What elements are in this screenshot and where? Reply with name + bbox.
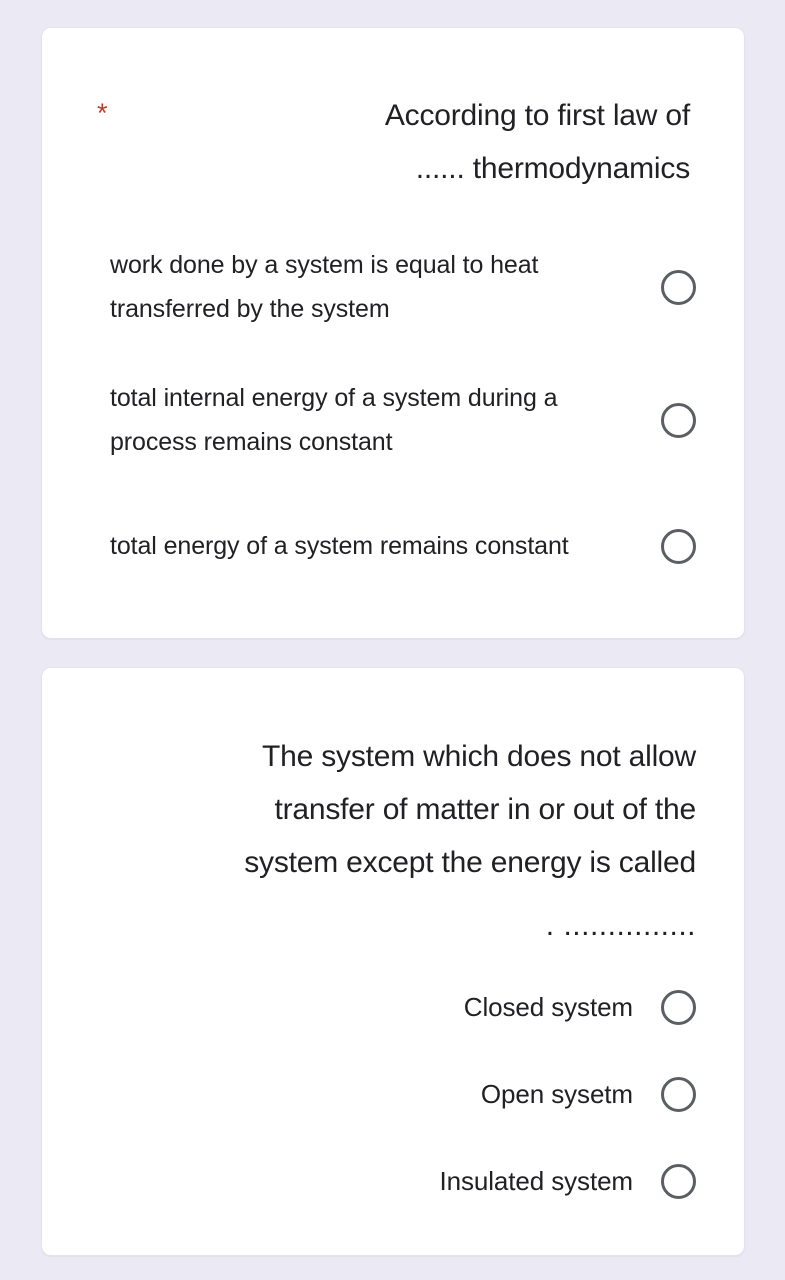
radio-button-q2-option-3[interactable]: [661, 1163, 696, 1199]
question-1-title-line-1: According to first law of: [384, 99, 690, 132]
question-1-options-list: work done by a system is equal to heat t…: [42, 243, 744, 583]
radio-button-q1-option-3[interactable]: [661, 528, 696, 564]
radio-button-q1-option-2[interactable]: [661, 402, 696, 438]
question-card-2: The system which does not allow transfer…: [41, 667, 745, 1256]
question-2-blank-dots: . ...............: [545, 909, 696, 942]
question-1-header: * According to first law of ...... therm…: [42, 28, 744, 195]
question-2-option-label-2: Open sysetm: [480, 1079, 633, 1109]
question-2-title-line-3: system except the energy is called: [244, 846, 696, 879]
question-1-option-row-1[interactable]: work done by a system is equal to heat t…: [110, 243, 696, 331]
question-2-option-row-2[interactable]: Open sysetm: [90, 1068, 696, 1120]
question-2-title-line-1: The system which does not allow: [261, 740, 696, 773]
question-2-option-label-1: Closed system: [463, 992, 633, 1022]
question-2-title-line-2: transfer of matter in or out of the: [274, 793, 696, 826]
radio-button-q2-option-2[interactable]: [661, 1076, 696, 1112]
question-2-option-row-1[interactable]: Closed system: [90, 981, 696, 1033]
question-1-option-row-2[interactable]: total internal energy of a system during…: [110, 376, 696, 464]
question-2-title: The system which does not allow transfer…: [42, 668, 744, 889]
question-1-option-label-1: work done by a system is equal to heat t…: [110, 251, 539, 323]
question-1-option-label-2: total internal energy of a system during…: [110, 384, 558, 456]
radio-button-q2-option-1[interactable]: [661, 989, 696, 1025]
required-asterisk-icon: *: [97, 98, 108, 128]
google-form-page: * According to first law of ...... therm…: [0, 0, 785, 1280]
radio-button-q1-option-1[interactable]: [661, 269, 696, 305]
question-1-option-row-3[interactable]: total energy of a system remains constan…: [110, 509, 696, 583]
question-1-option-label-3: total energy of a system remains constan…: [110, 532, 569, 560]
question-2-option-row-3[interactable]: Insulated system: [90, 1155, 696, 1207]
question-card-1: * According to first law of ...... therm…: [41, 27, 745, 639]
question-1-title: According to first law of ...... thermod…: [385, 89, 690, 195]
question-2-options-list: Closed system Open sysetm Insulated syst…: [42, 981, 744, 1207]
question-2-option-label-3: Insulated system: [439, 1166, 634, 1196]
question-1-title-line-2: ...... thermodynamics: [415, 152, 690, 185]
